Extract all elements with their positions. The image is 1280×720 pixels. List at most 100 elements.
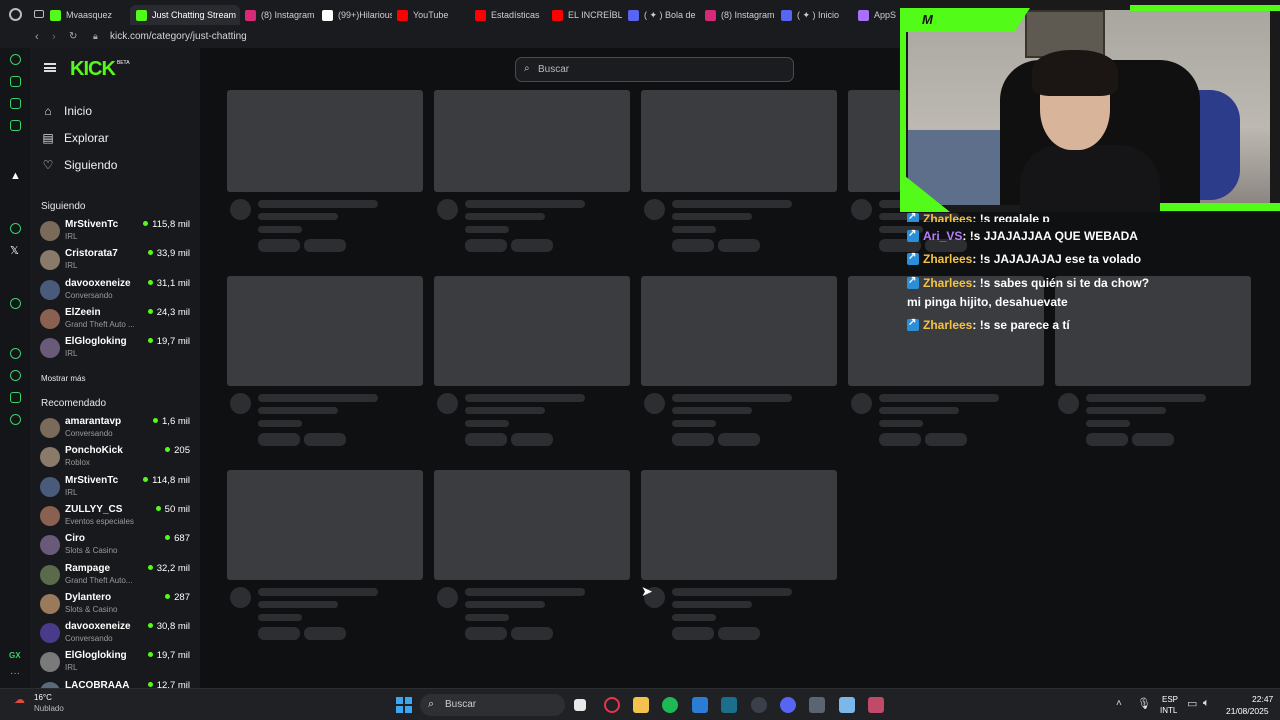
favorites-icon[interactable] <box>10 348 21 359</box>
channel-item[interactable]: ElGlogloking IRL 19,7 mil <box>40 335 190 363</box>
more-icon[interactable]: ··· <box>10 668 20 679</box>
site-info-icon[interactable]: 🔒︎ <box>93 31 98 42</box>
stream-card-thumbnail[interactable] <box>641 470 837 580</box>
lang-indicator[interactable]: ESP <box>1162 695 1178 704</box>
stream-card-thumbnail[interactable] <box>434 276 630 386</box>
search-input[interactable]: ⌕ Buscar <box>515 57 794 82</box>
stream-card-thumbnail[interactable] <box>641 276 837 386</box>
tray-chevron-icon[interactable]: ˄ <box>1116 698 1122 709</box>
browser-tab[interactable]: (8) Instagram <box>705 5 775 25</box>
browser-tab[interactable]: Mvaasquez <box>50 5 120 25</box>
player-icon[interactable] <box>10 298 21 309</box>
kick-sidebar-icon[interactable]: ▲ <box>10 170 21 182</box>
stream-card-thumbnail[interactable] <box>1055 276 1251 386</box>
channel-item[interactable]: MrStivenTc IRL 115,8 mil <box>40 218 190 246</box>
nav-inicio[interactable]: ⌂ Inicio <box>42 104 92 118</box>
history-icon[interactable] <box>10 370 21 381</box>
start-button-icon[interactable] <box>396 697 412 713</box>
discord-icon[interactable] <box>780 697 796 713</box>
browser-tab[interactable]: Estadísticas <box>475 5 545 25</box>
settings-icon[interactable] <box>10 414 21 425</box>
channel-item[interactable]: Dylantero Slots & Casino 287 <box>40 591 190 619</box>
x-icon[interactable]: 𝕏 <box>10 244 19 257</box>
channel-category: Grand Theft Auto... <box>65 575 133 585</box>
stream-card-thumbnail[interactable] <box>434 90 630 192</box>
kick-badge-icon <box>907 251 919 265</box>
spotify-icon[interactable] <box>662 697 678 713</box>
stream-card-thumbnail[interactable] <box>848 90 901 192</box>
ai-icon[interactable] <box>10 54 21 65</box>
back-icon[interactable]: ‹ <box>35 31 39 43</box>
address-bar: ‹ › ↻ 🔒︎ kick.com/category/just-chatting <box>0 29 900 48</box>
channel-item[interactable]: MrStivenTc IRL 114,8 mil <box>40 474 190 502</box>
tab-label: EL INCREÍBLE <box>568 10 622 20</box>
stream-card-text-placeholder <box>1132 433 1174 446</box>
browser-tab[interactable]: EL INCREÍBLE <box>552 5 622 25</box>
browser-tab[interactable]: (99+)Hilarious <box>322 5 392 25</box>
opera-logo-icon[interactable] <box>9 8 22 21</box>
calculator-icon[interactable] <box>809 697 825 713</box>
channel-item[interactable]: davooxeneize Conversando 30,8 mil <box>40 620 190 648</box>
network-icon[interactable]: ▭ <box>1187 697 1197 710</box>
messenger-icon[interactable] <box>10 120 21 131</box>
stream-card-text-placeholder <box>465 226 509 233</box>
browser-tab[interactable]: AppS <box>858 5 900 25</box>
viewer-count-text: 24,3 mil <box>156 306 190 318</box>
gaming-icon[interactable] <box>10 76 21 87</box>
taskbar-search[interactable]: ⌕ Buscar <box>420 694 565 716</box>
workspaces-icon[interactable] <box>34 10 44 18</box>
viewer-count-text: 205 <box>174 445 190 457</box>
stream-card-thumbnail[interactable] <box>227 470 423 580</box>
terminal-icon[interactable] <box>721 697 737 713</box>
microphone-icon[interactable]: 🎙︎ <box>1137 697 1151 710</box>
clock-time[interactable]: 22:47 <box>1252 694 1273 704</box>
stream-card-thumbnail[interactable] <box>227 90 423 192</box>
stream-card-text-placeholder <box>258 200 378 208</box>
menu-icon[interactable] <box>44 63 56 72</box>
file-explorer-icon[interactable] <box>633 697 649 713</box>
browser-tab[interactable]: ( ✦ ) Bola de <box>628 5 698 25</box>
weather-widget[interactable]: ☁ 16°C Nublado <box>14 693 74 717</box>
show-more-link[interactable]: Mostrar más <box>41 374 85 383</box>
channel-item[interactable]: PonchoKick Roblox 205 <box>40 444 190 472</box>
channel-item[interactable]: ZULLYY_CS Eventos especiales 50 mil <box>40 503 190 531</box>
stream-card-text-placeholder <box>672 614 716 621</box>
channel-item[interactable]: ElGlogloking IRL 19,7 mil <box>40 649 190 677</box>
browser-tab[interactable]: (8) Instagram <box>245 5 315 25</box>
notepad-icon[interactable] <box>839 697 855 713</box>
volume-icon[interactable]: 🔈︎ <box>1203 697 1210 710</box>
stream-card-thumbnail[interactable] <box>434 470 630 580</box>
nav-siguiendo[interactable]: ♡ Siguiendo <box>42 158 118 172</box>
stream-card-thumbnail[interactable] <box>641 90 837 192</box>
channel-item[interactable]: amarantavp Conversando 1,6 mil <box>40 415 190 443</box>
steam-icon[interactable] <box>751 697 767 713</box>
frame-bottom-bar <box>1160 203 1280 211</box>
forward-icon[interactable]: › <box>52 31 56 43</box>
browser-tab[interactable]: Just Chatting Stream <box>130 5 240 25</box>
stream-card-thumbnail[interactable] <box>227 276 423 386</box>
channel-item[interactable]: davooxeneize Conversando 31,1 mil <box>40 277 190 305</box>
whatsapp-icon[interactable] <box>10 223 21 234</box>
channel-name: Cristorata7 <box>65 248 118 260</box>
extensions-icon[interactable] <box>10 392 21 403</box>
nav-explorar[interactable]: ▤ Explorar <box>42 131 108 145</box>
channel-item[interactable]: Cristorata7 IRL 33,9 mil <box>40 247 190 275</box>
browser-tab[interactable]: YouTube <box>397 5 467 25</box>
kick-logo[interactable]: KICK BETA <box>70 58 130 81</box>
task-view-icon[interactable] <box>574 699 586 711</box>
tab-label: AppS <box>874 10 897 20</box>
tab-favicon-icon <box>781 9 792 21</box>
gx-corner-icon[interactable] <box>10 98 21 109</box>
channel-item[interactable]: ElZeein Grand Theft Auto ... 24,3 mil <box>40 306 190 334</box>
browser-tab[interactable]: ( ✦ ) Inicio <box>781 5 851 25</box>
channel-item[interactable]: Rampage Grand Theft Auto... 32,2 mil <box>40 562 190 590</box>
opera-gx-taskbar-icon[interactable] <box>604 697 620 713</box>
channel-item[interactable]: Ciro Slots & Casino 687 <box>40 532 190 560</box>
store-icon[interactable] <box>692 697 708 713</box>
clock-date[interactable]: 21/08/2025 <box>1226 706 1269 716</box>
snipping-tool-icon[interactable] <box>868 697 884 713</box>
reload-icon[interactable]: ↻ <box>69 31 77 42</box>
frame-top-accent <box>900 8 1030 32</box>
tab-label: ( ✦ ) Inicio <box>797 9 840 20</box>
url-text[interactable]: kick.com/category/just-chatting <box>110 31 247 42</box>
